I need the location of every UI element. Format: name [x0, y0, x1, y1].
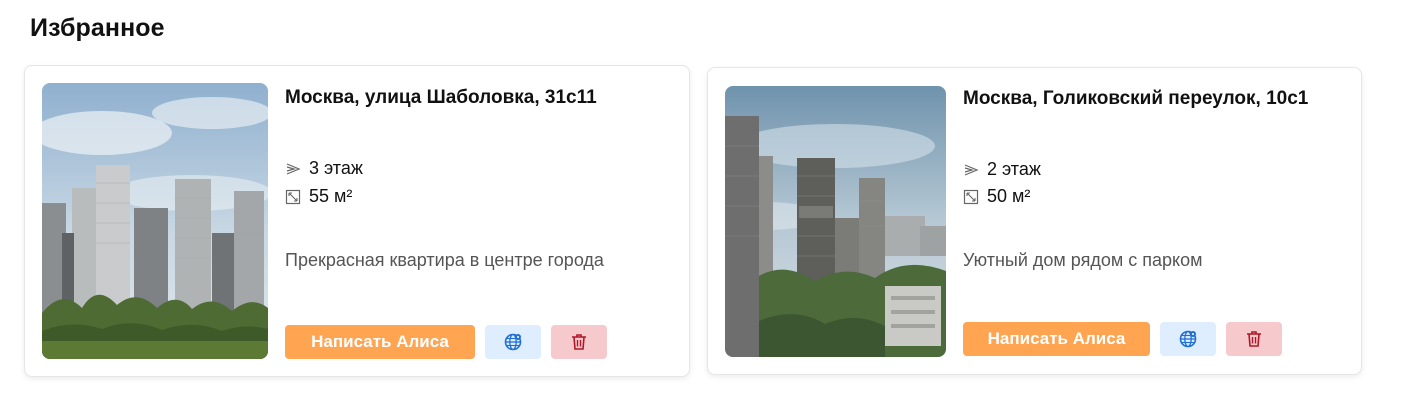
show-on-map-button[interactable]: [485, 325, 541, 359]
floor-row: 3 этаж: [285, 158, 363, 179]
remove-favorite-button[interactable]: [551, 325, 607, 359]
area-value: 55 м²: [309, 186, 353, 206]
card-actions: Написать Алиса: [285, 325, 607, 359]
residential-towers-image: [725, 86, 946, 357]
area-icon: [285, 189, 301, 204]
write-message-button[interactable]: Написать Алиса: [963, 322, 1150, 356]
property-info: Москва, улица Шаболовка, 31с11 3 этаж 55…: [285, 66, 669, 376]
property-photo[interactable]: [725, 86, 946, 357]
card-actions: Написать Алиса: [963, 322, 1282, 356]
area-row: 55 м²: [285, 186, 352, 207]
page-title: Избранное: [30, 14, 165, 42]
floor-value: 3 этаж: [309, 158, 363, 178]
property-description: Прекрасная квартира в центре города: [285, 250, 604, 270]
favorite-card: Москва, улица Шаболовка, 31с11 3 этаж 55…: [24, 65, 690, 377]
floor-row: 2 этаж: [963, 159, 1041, 180]
favorites-page: Избранное Москва, улица Шаболовка, 31с11…: [0, 0, 1408, 416]
globe-location-icon: [1179, 330, 1197, 348]
trash-icon: [572, 334, 586, 350]
globe-location-icon: [504, 333, 522, 351]
area-value: 50 м²: [987, 186, 1031, 206]
property-info: Москва, Голиковский переулок, 10с1 2 эта…: [963, 68, 1341, 374]
favorite-card: Москва, Голиковский переулок, 10с1 2 эта…: [707, 67, 1362, 375]
property-description: Уютный дом рядом с парком: [963, 250, 1203, 270]
property-address[interactable]: Москва, улица Шаболовка, 31с11: [285, 87, 597, 109]
write-message-button[interactable]: Написать Алиса: [285, 325, 475, 359]
property-address[interactable]: Москва, Голиковский переулок, 10с1: [963, 88, 1308, 110]
trash-icon: [1247, 331, 1261, 347]
stairs-icon: [286, 162, 301, 175]
area-row: 50 м²: [963, 186, 1030, 207]
area-icon: [963, 189, 979, 204]
floor-value: 2 этаж: [987, 159, 1041, 179]
residential-complex-image: [42, 83, 268, 359]
remove-favorite-button[interactable]: [1226, 322, 1282, 356]
show-on-map-button[interactable]: [1160, 322, 1216, 356]
property-photo[interactable]: [42, 83, 268, 359]
stairs-icon: [964, 163, 979, 176]
